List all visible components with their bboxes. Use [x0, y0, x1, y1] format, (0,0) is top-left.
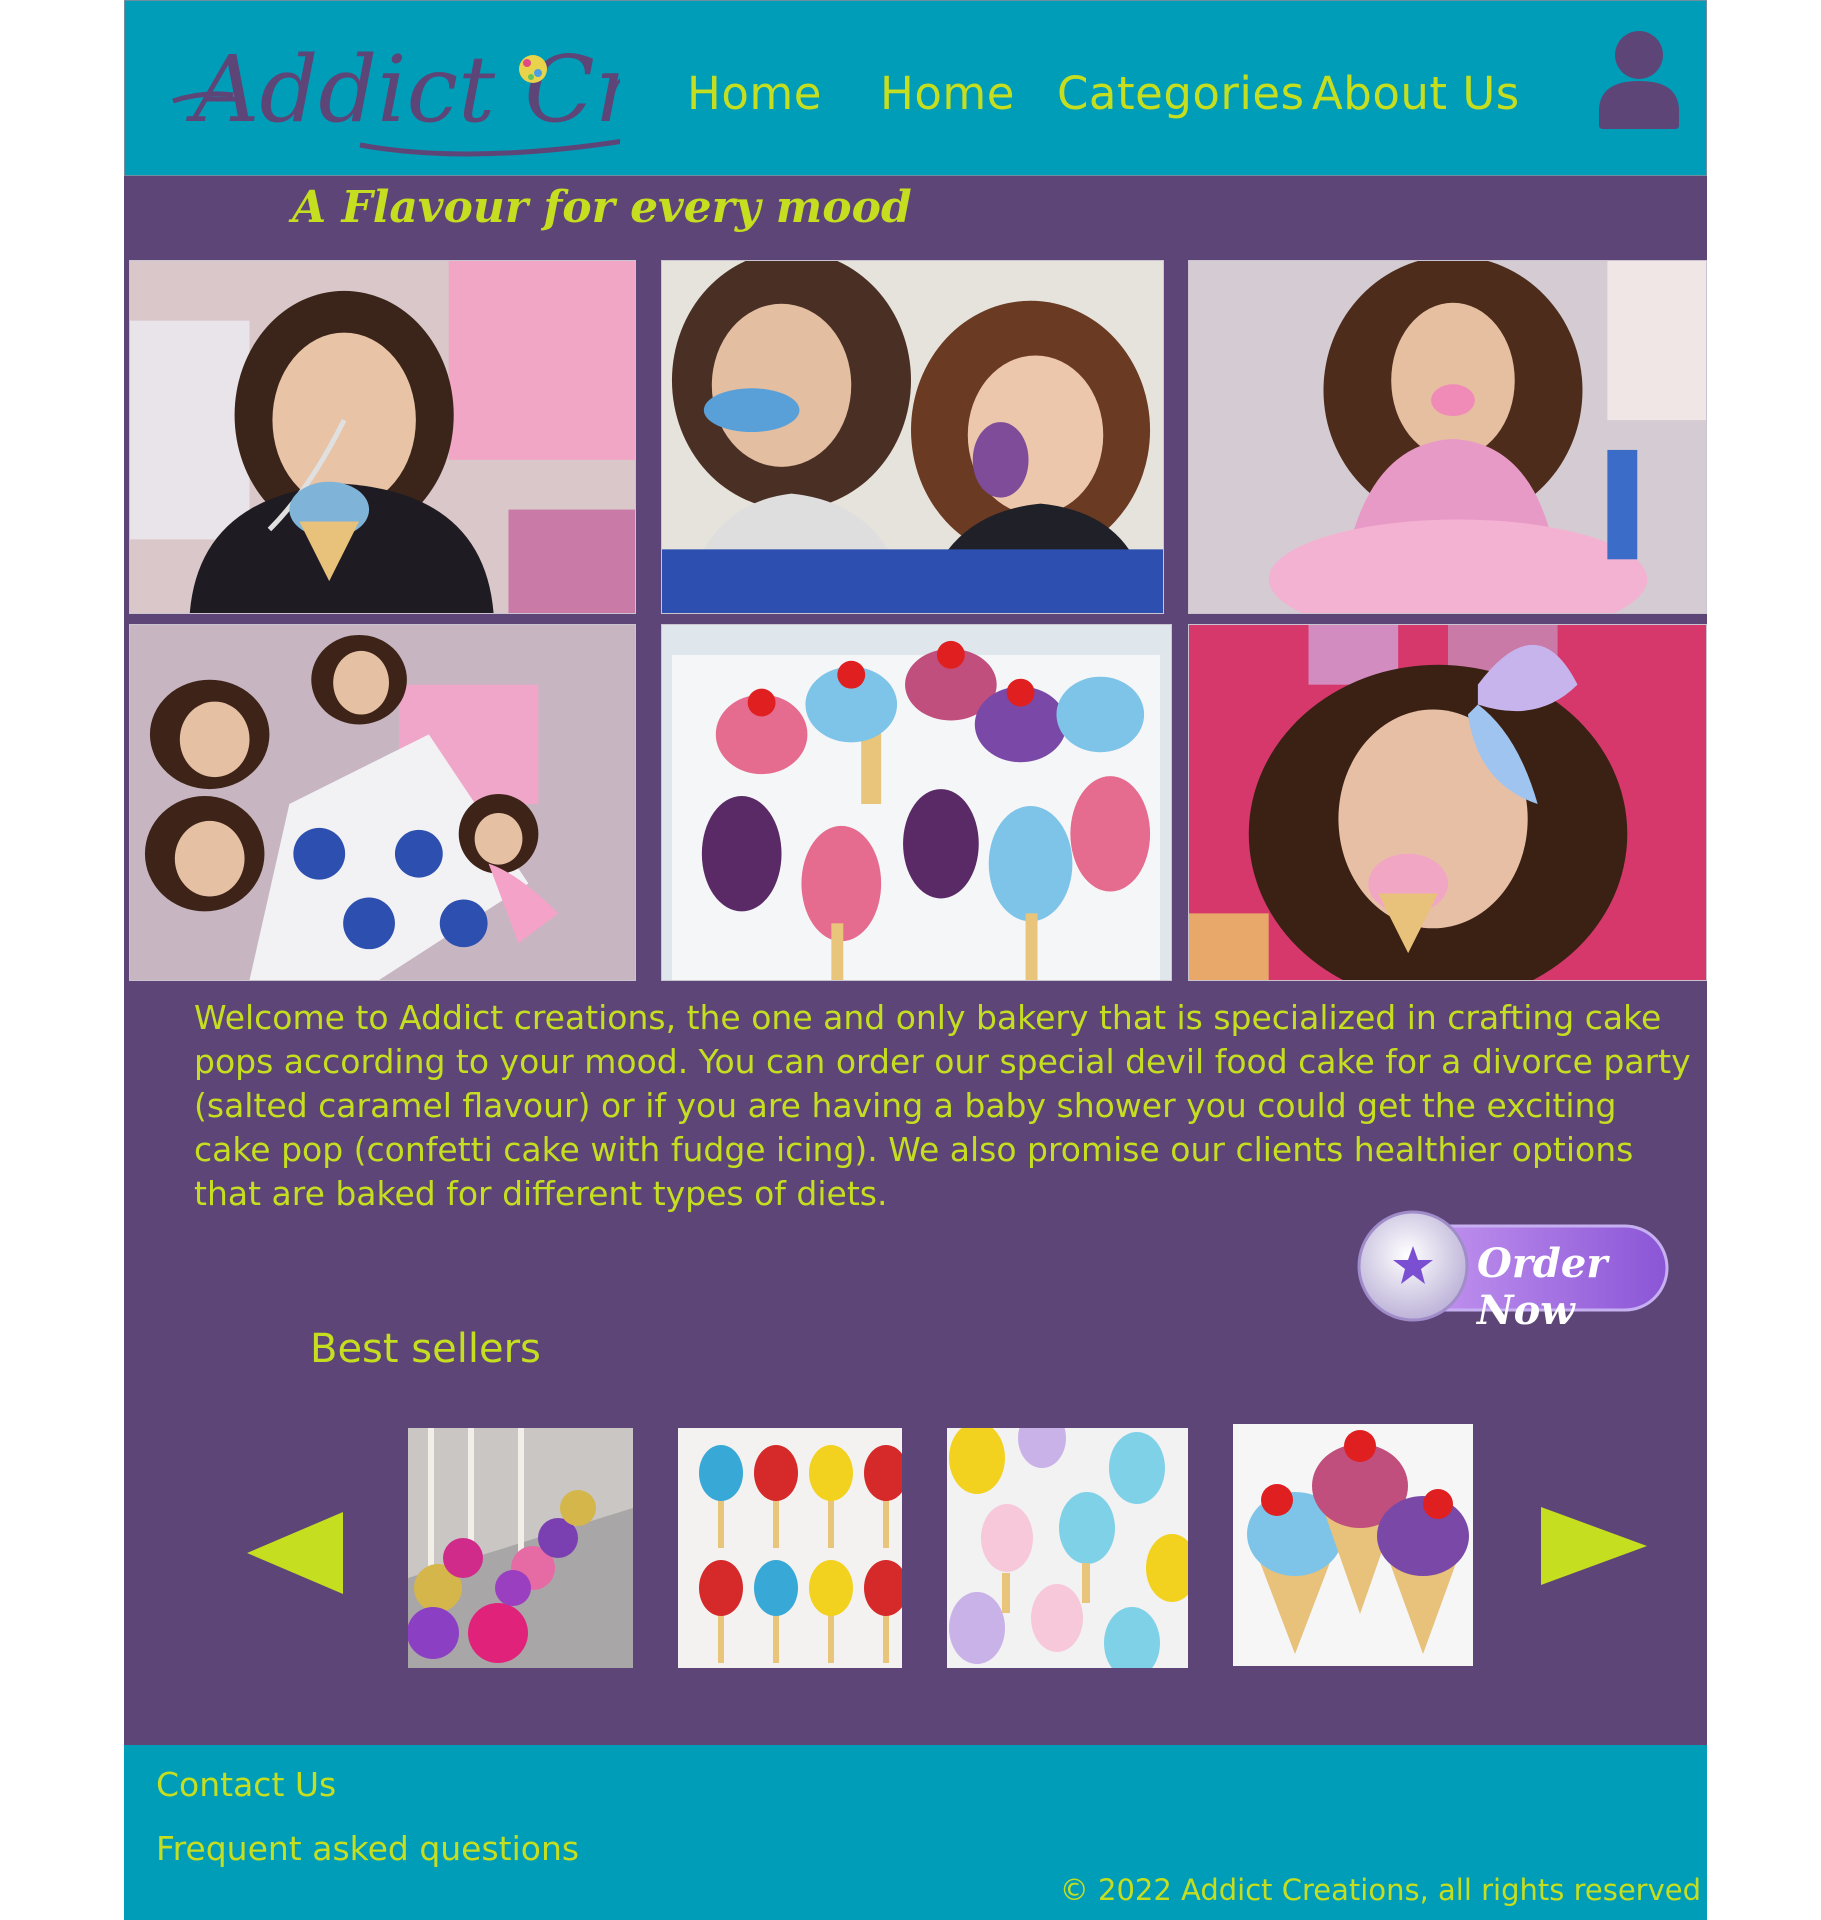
main-content: A Flavour for every mood Welcome to Addi…: [124, 176, 1707, 1745]
site-footer: Contact Us Frequent asked questions © 20…: [124, 1745, 1707, 1920]
logo-graphic: Addict Creations: [172, 36, 976, 157]
logo[interactable]: Addict Creations: [165, 13, 976, 163]
photo-girl-with-cone: [129, 260, 636, 614]
site-header: Addict Creations Home Home Categories Ab…: [124, 0, 1707, 176]
nav-home-1[interactable]: Home: [687, 67, 822, 120]
copyright-text: © 2022 Addict Creations, all rights rese…: [1059, 1873, 1701, 1907]
nav-about-us[interactable]: About Us: [1312, 67, 1520, 120]
best-sellers-title: Best sellers: [310, 1326, 541, 1372]
photo-kids-party-table: [129, 624, 636, 981]
nav-home-2[interactable]: Home: [880, 67, 1015, 120]
welcome-text: Welcome to Addict creations, the one and…: [194, 998, 1691, 1213]
photo-girl-in-tutu: [1188, 260, 1707, 614]
logo-text: Addict Creations: [185, 36, 620, 143]
tagline: A Flavour for every mood: [292, 182, 912, 233]
left-arrow-icon[interactable]: [247, 1512, 343, 1598]
right-arrow-icon[interactable]: [1541, 1507, 1647, 1589]
best-seller-glitter-cake-pops[interactable]: [408, 1428, 633, 1668]
order-now-label: Order Now: [1477, 1240, 1608, 1334]
photo-girl-with-bow: [1188, 624, 1707, 981]
faq-link[interactable]: Frequent asked questions: [156, 1829, 579, 1868]
photo-two-girls: [661, 260, 1164, 614]
user-icon[interactable]: [1597, 29, 1681, 129]
nav-categories[interactable]: Categories: [1057, 67, 1305, 120]
page: Addict Creations Home Home Categories Ab…: [124, 0, 1707, 1920]
contact-us-link[interactable]: Contact Us: [156, 1765, 336, 1804]
best-seller-sprinkle-popsicles[interactable]: [947, 1428, 1188, 1668]
best-seller-superhero-cake-pops[interactable]: [678, 1428, 902, 1668]
photo-cake-pop-assortment: [661, 624, 1172, 981]
order-now-button[interactable]: Order Now: [1357, 1206, 1669, 1334]
best-seller-ice-cream-cones[interactable]: [1233, 1424, 1473, 1666]
